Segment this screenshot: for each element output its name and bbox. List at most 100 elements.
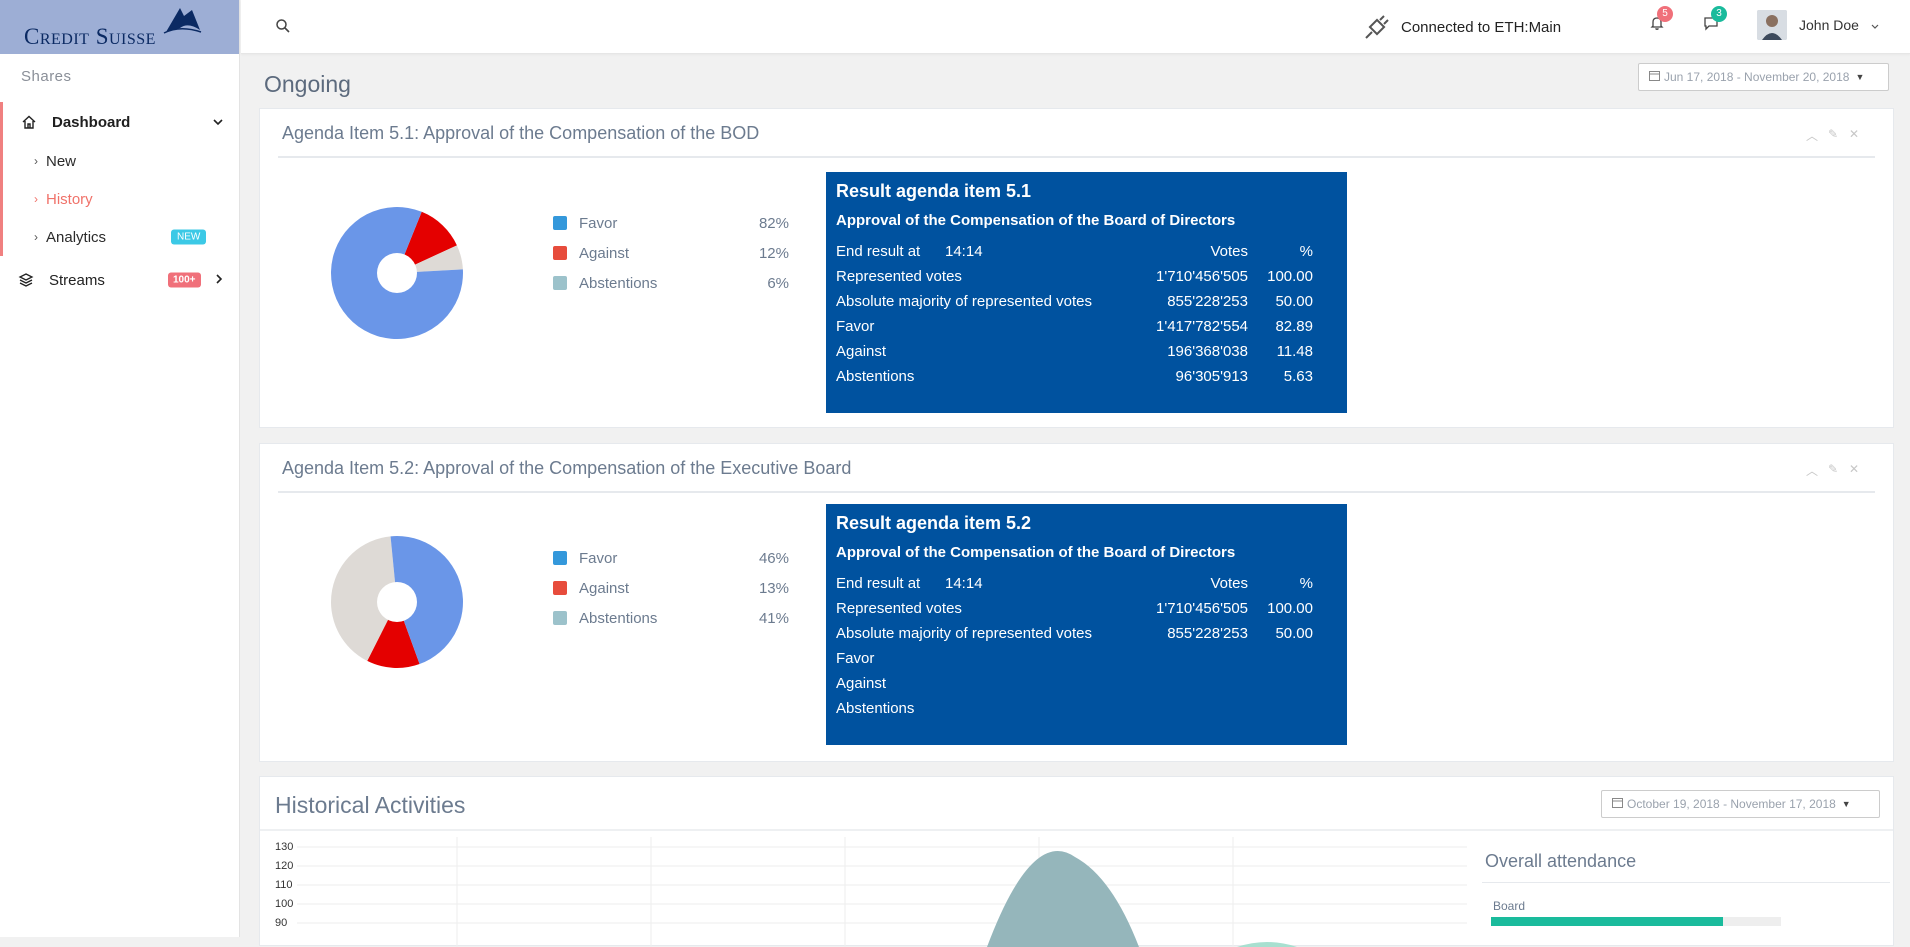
legend-label: Abstentions (579, 274, 658, 292)
row-votes: 855'228'253 (1167, 293, 1248, 310)
result-header-row: End result at 14:14 Votes % (836, 571, 1337, 596)
activity-chart (297, 837, 1467, 947)
legend-label: Favor (579, 549, 618, 567)
row-votes: 855'228'253 (1167, 625, 1248, 642)
legend-swatch (553, 611, 567, 625)
collapse-icon[interactable]: ︿ (1806, 127, 1818, 144)
row-pct: 11.48 (1276, 343, 1313, 360)
sidebar-item-analytics[interactable]: › Analytics NEW (3, 218, 239, 256)
result-subheading: Approval of the Compensation of the Boar… (836, 544, 1236, 561)
page-title: Ongoing (264, 71, 351, 97)
divider (278, 156, 1875, 158)
result-row: Against (836, 671, 1337, 696)
legend-label: Favor (579, 214, 618, 232)
y-tick: 90 (275, 917, 288, 929)
collapse-icon[interactable]: ︿ (1806, 462, 1818, 479)
result-row: Represented votes 1'710'456'505 100.00 (836, 596, 1337, 621)
notifications-button[interactable]: 5 (1649, 6, 1673, 36)
legend-swatch (553, 276, 567, 290)
home-icon (21, 114, 41, 130)
legend: Favor 82% Against 12% Abstentions 6% (553, 208, 789, 298)
wrench-icon[interactable]: ✎ (1827, 462, 1839, 479)
row-votes: 96'305'913 (1175, 368, 1248, 385)
sidebar-item-new[interactable]: › New (3, 142, 239, 180)
legend-label: Against (579, 579, 630, 597)
close-icon[interactable]: ✕ (1848, 462, 1860, 479)
user-menu[interactable]: John Doe (1757, 10, 1879, 40)
legend-item: Abstentions 6% (553, 268, 789, 298)
result-row: Absolute majority of represented votes 85… (836, 621, 1337, 646)
row-votes: 196'368'038 (1167, 343, 1248, 360)
row-votes: 1'710'456'505 (1155, 600, 1248, 617)
row-pct: 5.63 (1283, 368, 1313, 385)
row-pct: 100.00 (1267, 268, 1313, 285)
legend-pct: 41% (758, 609, 789, 627)
legend-pct: 13% (758, 579, 789, 597)
plug-icon (1365, 15, 1389, 39)
result-row: Represented votes 1'710'456'505 100.00 (836, 264, 1337, 289)
board-label: Board (1493, 899, 1526, 913)
wrench-icon[interactable]: ✎ (1827, 127, 1839, 144)
legend-item: Against 13% (553, 573, 789, 603)
end-result-time: 14:14 (945, 575, 983, 592)
y-tick: 120 (275, 860, 294, 872)
legend-swatch (553, 581, 567, 595)
end-result-label: End result at (836, 575, 921, 592)
divider (260, 829, 1893, 831)
result-subheading: Approval of the Compensation of the Boar… (836, 212, 1236, 229)
result-row: Favor 1'417'782'554 82.89 (836, 314, 1337, 339)
pct-header: % (1299, 575, 1313, 592)
sidebar-item-streams[interactable]: Streams 100+ (0, 260, 239, 300)
result-row: Favor (836, 646, 1337, 671)
legend-item: Abstentions 41% (553, 603, 789, 633)
top-bar: Connected to ETH:Main 5 3 John Doe (241, 0, 1910, 54)
search-icon[interactable] (275, 18, 291, 39)
row-label: Absolute majority of represented votes (836, 625, 1092, 642)
row-label: Against (836, 675, 887, 692)
divider (278, 491, 1875, 493)
date-range-label: Jun 17, 2018 - November 20, 2018 (1664, 70, 1850, 84)
legend-label: Against (579, 244, 630, 262)
legend-pct: 6% (767, 274, 789, 292)
date-range-picker[interactable]: Jun 17, 2018 - November 20, 2018 ▼ (1638, 63, 1889, 91)
nav-group-dashboard: Dashboard › New › History › Analytics NE… (0, 102, 239, 256)
connection-status[interactable]: Connected to ETH:Main (1363, 13, 1561, 41)
chevron-right-icon: › (34, 192, 38, 206)
row-label: Represented votes (836, 600, 962, 617)
calendar-icon (1649, 70, 1660, 84)
sail-logo-icon (163, 8, 202, 34)
row-label: Favor (836, 318, 875, 335)
pie-hole (377, 253, 417, 293)
chevron-right-icon (215, 273, 223, 287)
row-label: Represented votes (836, 268, 962, 285)
avatar (1757, 10, 1787, 40)
date-range-label: October 19, 2018 - November 17, 2018 (1627, 797, 1836, 811)
chevron-right-icon: › (34, 230, 38, 244)
y-tick: 100 (275, 898, 294, 910)
logo[interactable]: Credit Suisse (0, 0, 239, 54)
historical-activities-panel: Historical Activities October 19, 2018 -… (259, 776, 1894, 947)
date-range-picker[interactable]: October 19, 2018 - November 17, 2018 ▼ (1601, 790, 1880, 818)
sidebar-item-label: Dashboard (52, 113, 131, 131)
messages-button[interactable]: 3 (1703, 6, 1727, 36)
board-attendance-bar (1491, 917, 1781, 926)
legend-pct: 46% (758, 549, 789, 567)
board-attendance-fill (1491, 917, 1723, 926)
sidebar-item-history[interactable]: › History (3, 180, 239, 218)
close-icon[interactable]: ✕ (1848, 127, 1860, 144)
sidebar-item-label: New (46, 152, 77, 170)
pct-header: % (1299, 243, 1313, 260)
result-row: Abstentions 96'305'913 5.63 (836, 364, 1337, 389)
sidebar-item-label: History (46, 190, 93, 208)
row-label: Favor (836, 650, 875, 667)
connection-label: Connected to ETH:Main (1401, 18, 1562, 36)
streams-badge: 100+ (168, 272, 201, 288)
y-tick: 130 (275, 841, 294, 853)
attendance-title: Overall attendance (1485, 851, 1637, 871)
row-votes: 1'417'782'554 (1155, 318, 1248, 335)
result-row: Against 196'368'038 11.48 (836, 339, 1337, 364)
sidebar-item-dashboard[interactable]: Dashboard (3, 102, 239, 142)
legend-label: Abstentions (579, 609, 658, 627)
section-title: Historical Activities (275, 792, 466, 818)
layers-icon (18, 272, 38, 288)
